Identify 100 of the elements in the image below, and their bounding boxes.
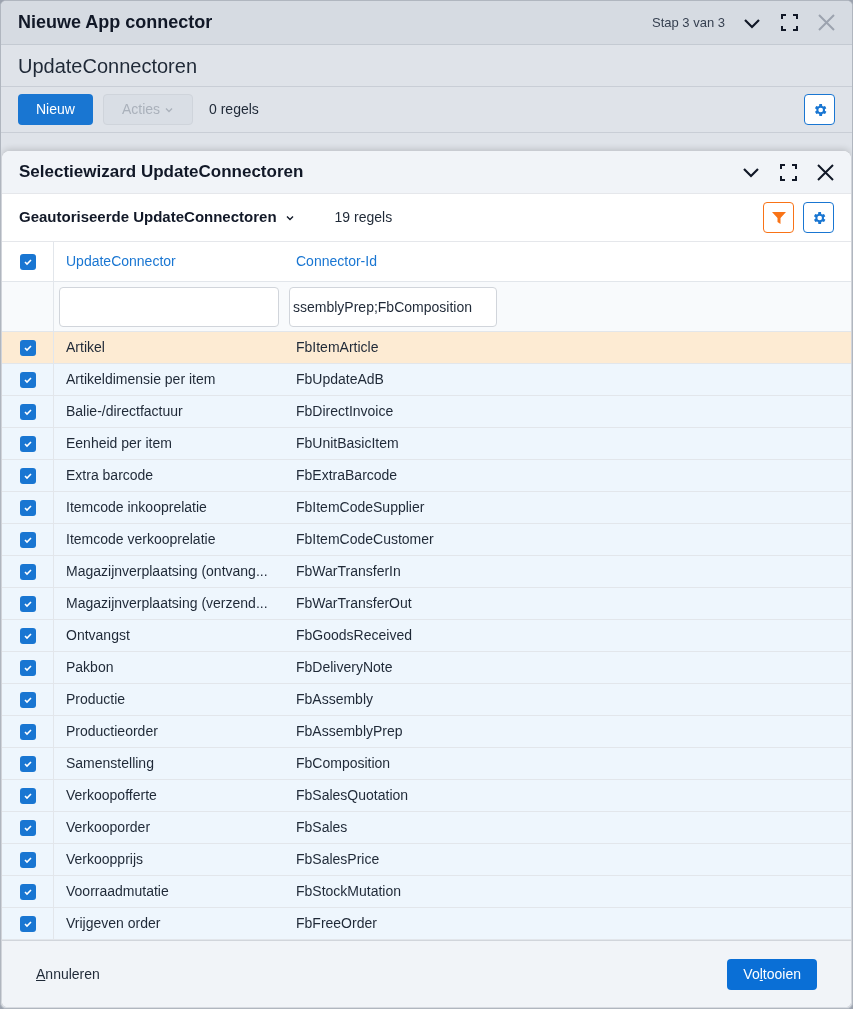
- checkbox[interactable]: [19, 851, 36, 868]
- table-cell-text: Itemcode verkooprelatie: [66, 530, 216, 549]
- row-count: 0 regels: [209, 100, 259, 119]
- table-cell-text: Voorraadmutatie: [66, 882, 169, 901]
- table-row[interactable]: Balie-/directfactuur FbDirectInvoice: [2, 396, 851, 428]
- dialog-title: Selectiewizard UpdateConnectoren: [19, 161, 304, 184]
- checkbox[interactable]: [19, 819, 36, 836]
- checkbox[interactable]: [19, 691, 36, 708]
- table-cell-text: Pakbon: [66, 658, 114, 677]
- checkbox[interactable]: [19, 499, 36, 516]
- table-row[interactable]: Samenstelling FbComposition: [2, 748, 851, 780]
- checkbox[interactable]: [19, 755, 36, 772]
- checkmark-icon: [22, 406, 33, 417]
- table-row[interactable]: Itemcode inkooprelatie FbItemCodeSupplier: [2, 492, 851, 524]
- close-icon[interactable]: [817, 163, 834, 181]
- table-row[interactable]: Voorraadmutatie FbStockMutation: [2, 876, 851, 908]
- checkbox[interactable]: [19, 787, 36, 804]
- table-cell-text: FbDeliveryNote: [296, 658, 393, 677]
- fullscreen-icon[interactable]: [781, 14, 798, 31]
- table-row[interactable]: Artikeldimensie per item FbUpdateAdB: [2, 364, 851, 396]
- table-cell-text: Vrijgeven order: [66, 914, 161, 933]
- filter-field[interactable]: ssemblyPrep;FbComposition: [289, 286, 497, 327]
- table-cell-text: FbGoodsReceived: [296, 626, 412, 645]
- checkmark-icon: [22, 438, 33, 449]
- table-cell-text: FbComposition: [296, 754, 391, 773]
- checkmark-icon: [22, 790, 33, 801]
- table-cell-text: Magazijnverplaatsing (ontvang...: [66, 562, 268, 581]
- table-cell-text: FbUpdateAdB: [296, 370, 384, 389]
- row-count: 19 regels: [334, 208, 393, 227]
- table-cell-text: FbSalesQuotation: [296, 786, 409, 805]
- checkbox[interactable]: [19, 563, 36, 580]
- table-cell-text: Productie: [66, 690, 126, 709]
- new-button[interactable]: Nieuw: [18, 94, 93, 125]
- table-row[interactable]: Ontvangst FbGoodsReceived: [2, 620, 851, 652]
- column-header: UpdateConnector: [66, 252, 176, 271]
- checkmark-icon: [22, 342, 33, 353]
- table-cell-text: Eenheid per item: [66, 434, 172, 453]
- table-row[interactable]: Artikel FbItemArticle: [2, 332, 851, 364]
- table-cell-text: FbAssemblyPrep: [296, 722, 403, 741]
- table-cell-text: Extra barcode: [66, 466, 154, 485]
- checkmark-icon: [22, 470, 33, 481]
- checkbox[interactable]: [19, 339, 36, 356]
- checkbox[interactable]: [19, 371, 36, 388]
- table-cell-text: Ontvangst: [66, 626, 130, 645]
- filter-icon: [770, 209, 787, 226]
- table-row[interactable]: Verkoopofferte FbSalesQuotation: [2, 780, 851, 812]
- column-header: Connector-Id: [296, 252, 377, 271]
- table-row[interactable]: Productieorder FbAssemblyPrep: [2, 716, 851, 748]
- table-cell-text: FbItemCodeSupplier: [296, 498, 425, 517]
- checkmark-icon: [22, 758, 33, 769]
- table-cell-text: Magazijnverplaatsing (verzend...: [66, 594, 268, 613]
- settings-button[interactable]: [804, 94, 835, 125]
- checkbox[interactable]: [19, 467, 36, 484]
- table-cell-text: FbItemCodeCustomer: [296, 530, 434, 549]
- table-cell-text: FbStockMutation: [296, 882, 402, 901]
- table-cell-text: FbExtraBarcode: [296, 466, 398, 485]
- table-cell-text: FbFreeOrder: [296, 914, 377, 933]
- table-row[interactable]: Eenheid per item FbUnitBasicItem: [2, 428, 851, 460]
- table-row[interactable]: Magazijnverplaatsing (ontvang... FbWarTransferIn: [2, 556, 851, 588]
- table-row[interactable]: Verkoopprijs FbSalesPrice: [2, 844, 851, 876]
- table-row[interactable]: Vrijgeven order FbFreeOrder: [2, 908, 851, 940]
- checkbox[interactable]: [19, 253, 36, 270]
- view-dropdown[interactable]: Geautoriseerde UpdateConnectoren: [19, 206, 295, 229]
- table-cell-text: Samenstelling: [66, 754, 154, 773]
- table-cell-text: FbWarTransferIn: [296, 562, 401, 581]
- checkmark-icon: [22, 630, 33, 641]
- settings-button[interactable]: [803, 202, 834, 233]
- checkmark-icon: [22, 502, 33, 513]
- checkmark-icon: [22, 726, 33, 737]
- table-row[interactable]: Itemcode verkooprelatie FbItemCodeCustomer: [2, 524, 851, 556]
- checkbox[interactable]: [19, 403, 36, 420]
- checkbox[interactable]: [19, 723, 36, 740]
- fullscreen-icon[interactable]: [780, 163, 797, 181]
- table-cell-text: FbUnitBasicItem: [296, 434, 399, 453]
- checkbox[interactable]: [19, 531, 36, 548]
- table-cell-text: Verkoopprijs: [66, 850, 144, 869]
- table-cell-text: Verkoopofferte: [66, 786, 157, 805]
- checkmark-icon: [22, 854, 33, 865]
- checkbox[interactable]: [19, 627, 36, 644]
- checkbox[interactable]: [19, 915, 36, 932]
- checkmark-icon: [22, 598, 33, 609]
- checkbox[interactable]: [19, 435, 36, 452]
- table-row[interactable]: Pakbon FbDeliveryNote: [2, 652, 851, 684]
- table-cell-text: Itemcode inkooprelatie: [66, 498, 207, 517]
- table-row[interactable]: Magazijnverplaatsing (verzend... FbWarTransferOut: [2, 588, 851, 620]
- finish-button[interactable]: Voltooien: [727, 958, 817, 990]
- filter-button[interactable]: [763, 202, 794, 233]
- checkmark-icon: [22, 886, 33, 897]
- table-cell-text: FbAssembly: [296, 690, 374, 709]
- table-row[interactable]: Productie FbAssembly: [2, 684, 851, 716]
- checkmark-icon: [22, 566, 33, 577]
- cancel-button[interactable]: Annuleren: [36, 963, 100, 985]
- table-row[interactable]: Extra barcode FbExtraBarcode: [2, 460, 851, 492]
- table-cell-text: Artikeldimensie per item: [66, 370, 216, 389]
- checkbox[interactable]: [19, 659, 36, 676]
- table-row[interactable]: Verkooporder FbSales: [2, 812, 851, 844]
- checkbox[interactable]: [19, 883, 36, 900]
- checkbox[interactable]: [19, 595, 36, 612]
- filter-field[interactable]: [59, 286, 279, 327]
- window-title: Nieuwe App connector: [18, 11, 213, 34]
